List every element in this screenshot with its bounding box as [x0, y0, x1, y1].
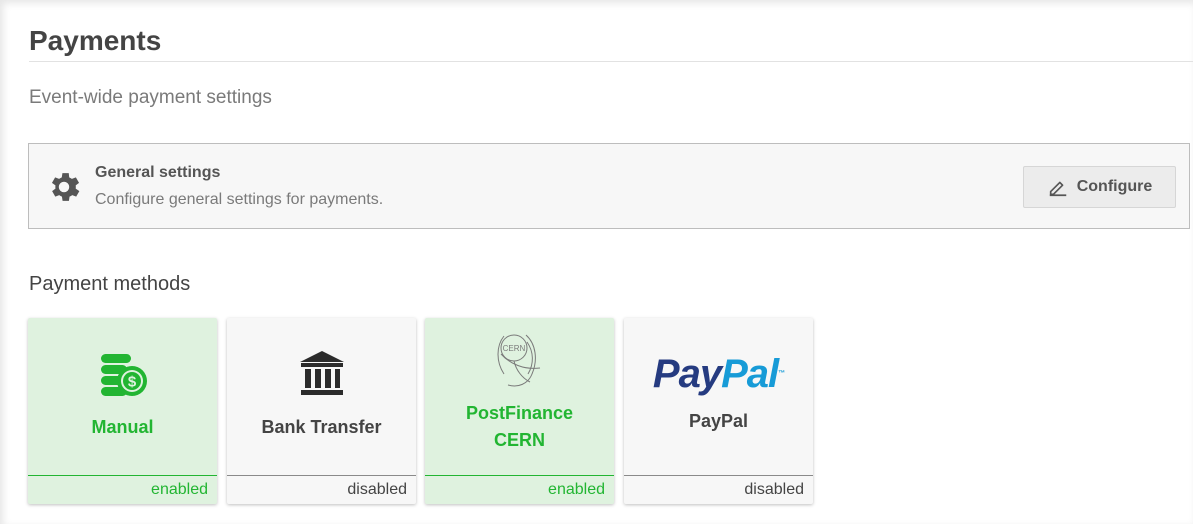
bank-icon [299, 351, 344, 395]
payment-method-label: Manual [91, 417, 154, 437]
page-header: Payments [29, 22, 1193, 60]
paypal-logo-pay: Pay [652, 352, 722, 396]
payment-method-postfinance-cern[interactable]: CERN PostFinance CERN enabled [425, 318, 614, 504]
payment-method-label: PostFinance CERN [425, 400, 614, 454]
payment-method-label: Bank Transfer [261, 417, 382, 437]
payment-methods-heading: Payment methods [29, 273, 191, 295]
paypal-logo-pal: Pal [721, 352, 779, 396]
paypal-logo: PayPal™ [652, 352, 785, 396]
general-settings-panel: General settings Configure general setti… [28, 143, 1190, 229]
general-settings-description: Configure general settings for payments. [95, 191, 384, 208]
gear-icon [51, 173, 80, 201]
payment-method-bank-transfer[interactable]: Bank Transfer disabled [227, 318, 416, 504]
paypal-logo-tm: ™ [778, 370, 785, 377]
configure-button-label: Configure [1076, 178, 1153, 195]
payment-method-paypal[interactable]: PayPal™ PayPal disabled [624, 318, 813, 504]
page-subtitle: Event-wide payment settings [29, 87, 272, 108]
coins-icon: $ [100, 354, 147, 396]
title-divider [29, 61, 1193, 62]
payment-method-label: PayPal [688, 411, 749, 431]
payment-method-manual[interactable]: $ Manual enabled [28, 318, 217, 504]
status-label: enabled [28, 475, 217, 504]
status-label: disabled [227, 475, 416, 504]
status-label: enabled [425, 475, 614, 504]
payments-page: Payments Event-wide payment settings Gen… [0, 0, 1193, 524]
cern-logo: CERN [497, 334, 540, 387]
label-line-1: PostFinance [465, 403, 574, 423]
configure-button[interactable]: Configure [1023, 166, 1176, 208]
label-line-2: CERN [493, 430, 545, 450]
status-label: disabled [624, 475, 813, 504]
general-settings-title: General settings [95, 164, 221, 181]
svg-text:CERN: CERN [502, 344, 525, 353]
svg-text:$: $ [127, 374, 136, 391]
edit-icon [1049, 181, 1066, 197]
page-title: Payments [29, 25, 162, 56]
